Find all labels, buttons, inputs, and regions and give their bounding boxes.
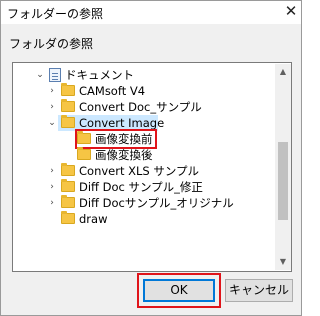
tree-item-label: Convert Doc_サンプル <box>79 100 202 114</box>
scroll-down-icon[interactable]: ▼ <box>275 254 291 270</box>
chevron-down-icon[interactable]: ⌄ <box>35 67 45 83</box>
tree-item-draw[interactable]: draw <box>13 211 273 227</box>
close-icon[interactable]: ✕ <box>283 3 299 19</box>
window-title: フォルダーの参照 <box>7 7 104 21</box>
tree-item-camsoft-v4[interactable]: › CAMsoft V4 <box>13 83 273 99</box>
tree-item-label: Diff Doc サンプル_修正 <box>79 180 203 194</box>
folder-icon <box>61 115 75 128</box>
folder-icon <box>61 179 75 192</box>
chevron-down-icon[interactable]: ⌄ <box>47 115 57 131</box>
folder-icon <box>61 99 75 112</box>
tree-item-convert-xls[interactable]: › Convert XLS サンプル <box>13 163 273 179</box>
folder-icon <box>61 163 75 176</box>
folder-tree[interactable]: ⌄ ドキュメント › CAMsoft V4 › Convert Doc_サンプル… <box>12 62 292 272</box>
tree-item-label: ドキュメント <box>65 68 134 82</box>
tree-item-label: Convert XLS サンプル <box>79 164 200 178</box>
chevron-right-icon[interactable]: › <box>47 99 57 115</box>
folder-icon <box>61 211 75 224</box>
tree-item-diff-doc-original[interactable]: › Diff Docサンプル_オリジナル <box>13 195 273 211</box>
folder-icon <box>61 195 75 208</box>
chevron-right-icon[interactable]: › <box>47 179 57 195</box>
tree-item-label: draw <box>79 212 108 226</box>
chevron-right-icon[interactable]: › <box>47 83 57 99</box>
chevron-right-icon[interactable]: › <box>47 195 57 211</box>
scrollbar-thumb[interactable] <box>278 142 288 220</box>
title-bar: フォルダーの参照 ✕ <box>1 1 301 24</box>
tree-item-after-conversion[interactable]: 画像変換後 <box>13 147 273 163</box>
tree-item-label: 画像変換後 <box>95 148 153 162</box>
tree-item-convert-doc[interactable]: › Convert Doc_サンプル <box>13 99 273 115</box>
folder-icon <box>61 83 75 96</box>
tree-item-documents[interactable]: ⌄ ドキュメント <box>13 67 273 83</box>
tree-item-label: Diff Docサンプル_オリジナル <box>79 196 234 210</box>
tree-item-diff-doc-modified[interactable]: › Diff Doc サンプル_修正 <box>13 179 273 195</box>
highlight-box <box>75 129 157 149</box>
cancel-button[interactable]: キャンセル <box>225 279 293 302</box>
scroll-up-icon[interactable]: ▲ <box>275 64 291 80</box>
folder-browse-dialog: フォルダーの参照 ✕ フォルダの参照 ⌄ ドキュメント › CAMsoft V4… <box>0 0 302 316</box>
highlight-box <box>137 273 221 308</box>
document-library-icon <box>49 68 61 82</box>
tree-item-label: CAMsoft V4 <box>79 84 146 98</box>
folder-icon <box>77 147 91 160</box>
chevron-right-icon[interactable]: › <box>47 163 57 179</box>
vertical-scrollbar[interactable]: ▲ ▼ <box>275 64 291 270</box>
prompt-label: フォルダの参照 <box>9 37 94 51</box>
